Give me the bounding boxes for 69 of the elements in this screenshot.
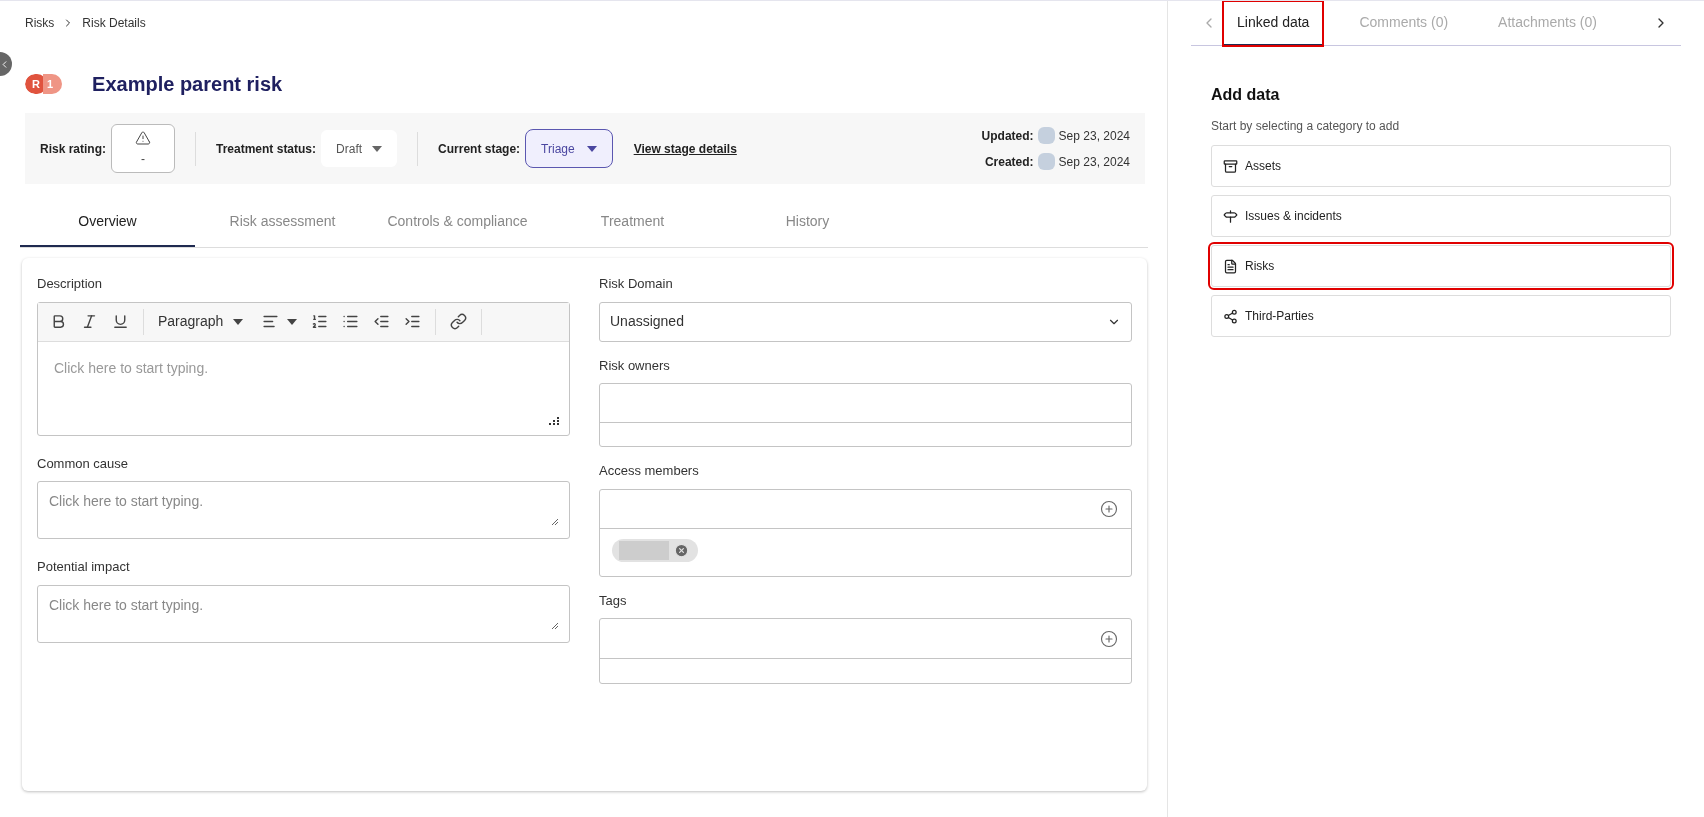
align-left-icon [262,313,279,330]
avatar [1037,153,1055,170]
current-stage-dropdown[interactable]: Triage [525,129,613,168]
add-icon[interactable] [1100,629,1118,648]
caret-icon [586,145,597,152]
section-subtitle: Start by selecting a category to add [1211,118,1401,135]
category-item[interactable]: Assets [1211,145,1671,187]
remove-icon[interactable] [674,542,689,558]
paragraph-style-dropdown[interactable]: Paragraph [158,311,242,332]
risk-owners-field[interactable] [599,383,1132,447]
link-icon[interactable] [450,313,467,330]
treatment-status-dropdown[interactable]: Draft [321,130,398,167]
avatar [1037,127,1055,144]
breadcrumb-link[interactable]: Risks [25,14,55,32]
updated-date: Sep 23, 2024 [1058,127,1130,145]
field-label: Common cause [37,454,130,473]
created-label: Created: [984,153,1034,171]
editor-placeholder: Click here to start typing. [54,359,209,376]
field-label: Risk owners [599,356,671,375]
treatment-status-label: Treatment status: [216,140,317,158]
italic-icon[interactable] [81,313,98,330]
created-date: Sep 23, 2024 [1058,153,1130,171]
risk-rating-button[interactable]: - [111,124,175,173]
document-icon [1223,258,1238,274]
resize-handle-icon [551,621,559,630]
breadcrumb-link[interactable]: Risk Details [82,14,146,32]
text-area[interactable]: Click here to start typing. [37,481,570,539]
caret-icon [372,145,383,152]
outdent-icon[interactable] [373,313,390,330]
current-stage-label: Current stage: [438,140,521,158]
signpost-icon [1223,208,1238,224]
numbered-list-icon[interactable] [311,313,328,330]
category-item[interactable]: Risks [1211,245,1671,287]
field-label: Risk Domain [599,275,674,293]
resize-handle-icon [549,416,559,425]
tab[interactable]: Controls & compliance [370,197,545,247]
caret-icon [287,318,297,325]
rich-text-editor[interactable]: Paragraph Click here to start typing. [37,301,570,436]
tags-field[interactable] [599,618,1132,684]
add-icon[interactable] [1100,499,1118,518]
risk-rating-label: Risk rating: [40,140,106,158]
align-dropdown[interactable] [262,313,297,330]
network-icon [1223,308,1238,324]
view-stage-details-link[interactable]: View stage details [633,139,737,158]
access-members-field[interactable] [599,488,1132,577]
indent-icon[interactable] [404,313,421,330]
tab[interactable]: Treatment [545,197,720,247]
tab[interactable]: Risk assessment [195,197,370,247]
tab[interactable]: Overview [20,197,195,247]
updated-label: Updated: [981,127,1034,145]
side-tab[interactable]: Linked data [1223,1,1324,46]
risk-domain-select[interactable]: Unassigned [599,301,1132,342]
field-label: Description [37,275,104,293]
tab[interactable]: History [720,197,895,247]
field-label: Access members [599,462,700,480]
caret-icon [233,318,244,325]
category-item[interactable]: Third-Parties [1211,295,1671,337]
field-label: Tags [599,591,628,610]
underline-icon[interactable] [112,313,129,330]
field-label: Potential impact [37,558,131,576]
page-title: Example parent risk [92,72,283,97]
avatar [619,540,669,560]
bulleted-list-icon[interactable] [342,313,359,330]
warning-icon [135,129,151,146]
section-title: Add data [1211,85,1281,105]
resize-handle-icon [551,518,559,526]
box-icon [1223,158,1238,174]
text-area[interactable]: Click here to start typing. [37,584,570,643]
category-item[interactable]: Issues & incidents [1211,195,1671,237]
